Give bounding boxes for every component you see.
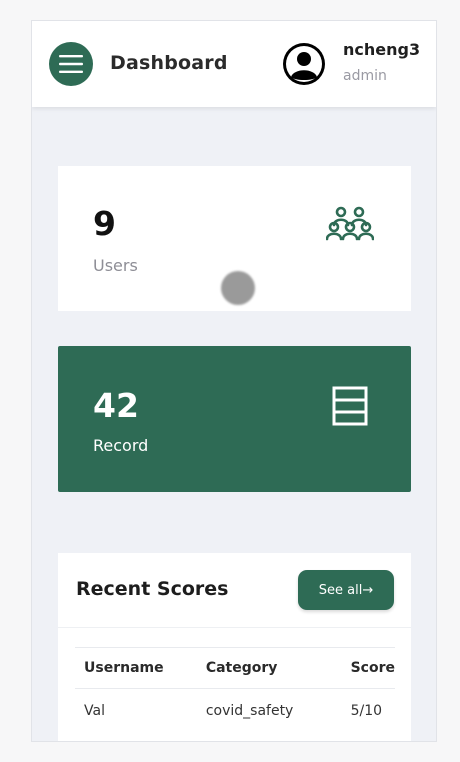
menu-icon [59, 55, 83, 73]
column-header-score: Score [341, 647, 395, 689]
top-bar: Dashboard ncheng3 admin [32, 21, 436, 107]
app-frame: Dashboard ncheng3 admin 9 Users 42 Recor… [31, 20, 437, 742]
records-label: Record [93, 436, 149, 455]
menu-button[interactable] [49, 42, 93, 86]
scores-table: Username Category Score Val covid_safety… [75, 647, 395, 733]
divider [58, 627, 411, 628]
table-header-row: Username Category Score [75, 647, 395, 689]
recent-scores-panel: Recent Scores See all→ Username Category… [58, 553, 411, 741]
users-count: 9 [93, 204, 116, 243]
cell-category: covid_safety [205, 703, 294, 719]
recent-scores-title: Recent Scores [76, 578, 229, 600]
page-title: Dashboard [110, 52, 228, 74]
user-name[interactable]: ncheng3 [343, 40, 420, 59]
column-header-username: Username [75, 647, 197, 689]
user-avatar-icon[interactable] [282, 42, 326, 86]
cell-score: 5/10 [350, 703, 383, 719]
users-label: Users [93, 256, 138, 275]
see-all-button[interactable]: See all→ [298, 570, 394, 610]
records-count: 42 [93, 386, 139, 425]
table-icon [332, 386, 368, 426]
cell-username: Val [84, 703, 105, 719]
user-role: admin [343, 68, 387, 84]
table-row[interactable]: Val covid_safety 5/10 [75, 689, 395, 734]
users-group-icon [326, 206, 374, 241]
records-stat-card[interactable]: 42 Record [58, 346, 411, 492]
touch-indicator [221, 271, 255, 305]
column-header-category: Category [196, 647, 342, 689]
